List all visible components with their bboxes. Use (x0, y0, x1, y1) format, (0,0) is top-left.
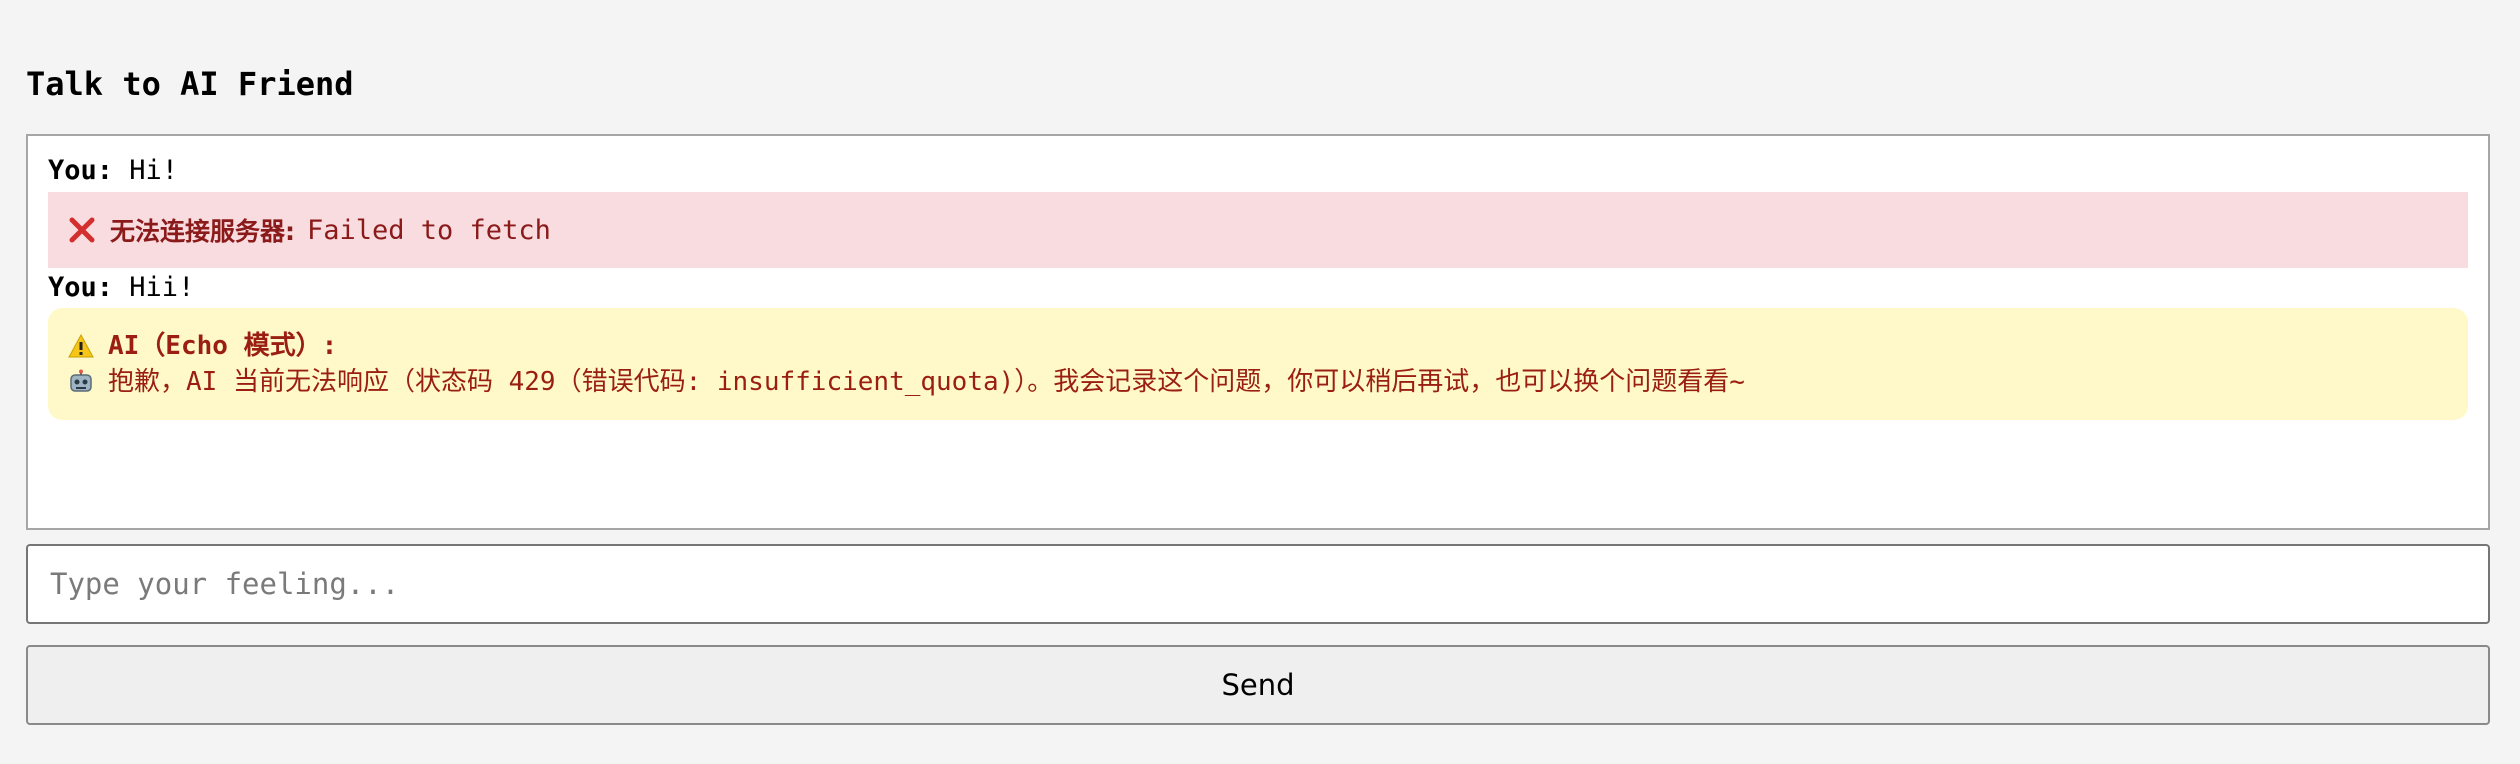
ai-message: AI（Echo 模式）: 抱歉，AI 当前无法响应（状态码 429（错误代码: … (48, 308, 2468, 420)
user-message: You: Hi! (48, 154, 2468, 188)
feeling-input[interactable] (26, 544, 2490, 624)
robot-icon (68, 369, 94, 395)
message-text: Hii! (129, 272, 195, 303)
ai-message-body: 抱歉，AI 当前无法响应（状态码 429（错误代码: insufficient_… (68, 364, 2448, 400)
warning-icon (68, 333, 94, 359)
error-text: Failed to fetch (307, 214, 551, 246)
user-message: You: Hii! (48, 271, 2468, 305)
error-label: 无法连接服务器: (110, 217, 295, 246)
send-button[interactable]: Send (26, 645, 2490, 725)
speaker-label: You: (48, 155, 114, 186)
ai-title: AI（Echo 模式）: (108, 331, 338, 361)
message-text: Hi! (129, 155, 179, 186)
speaker-label: You: (48, 272, 114, 303)
ai-body-text: 抱歉，AI 当前无法响应（状态码 429（错误代码: insufficient_… (108, 367, 1745, 397)
page-title: Talk to AI Friend (26, 65, 354, 103)
ai-message-header: AI（Echo 模式）: (68, 328, 2448, 364)
chat-log[interactable]: You: Hi! 无法连接服务器: Failed to fetch You: H… (26, 134, 2490, 530)
error-x-icon (68, 216, 96, 244)
error-message: 无法连接服务器: Failed to fetch (48, 192, 2468, 268)
